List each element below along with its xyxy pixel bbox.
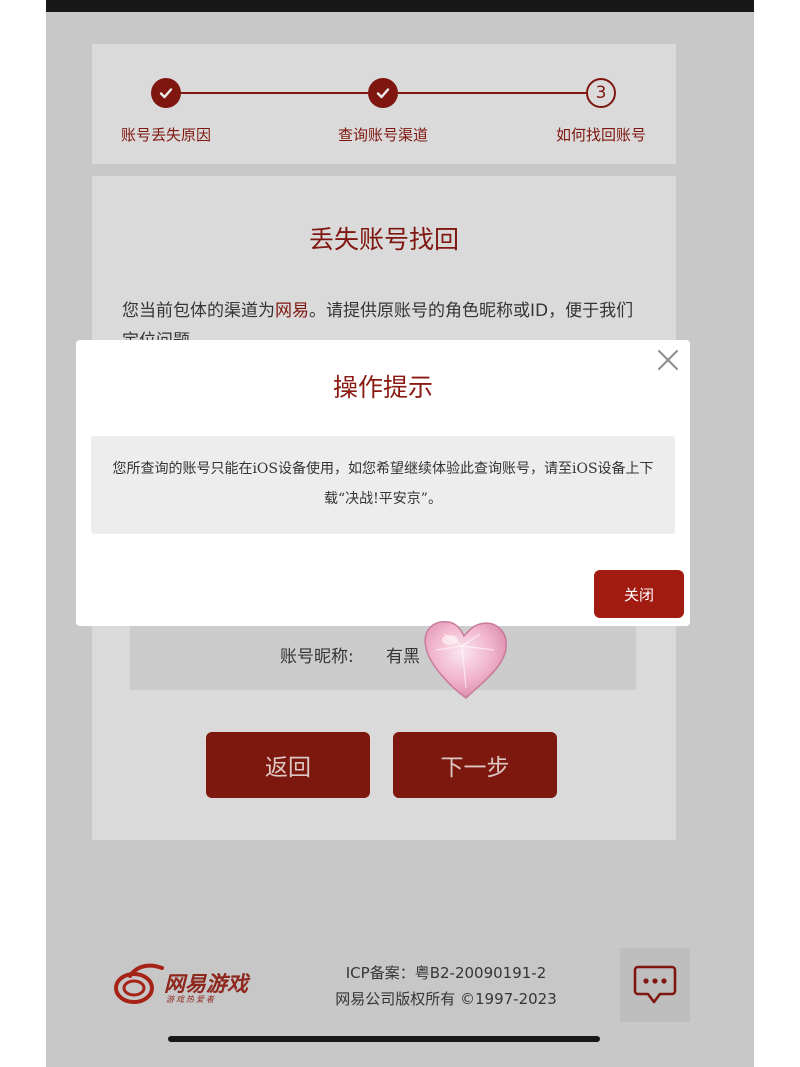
operation-tip-dialog: 操作提示 您所查询的账号只能在iOS设备使用，如您希望继续体验此查询账号，请至i… xyxy=(76,340,690,626)
dialog-message: 您所查询的账号只能在iOS设备使用，如您希望继续体验此查询账号，请至iOS设备上… xyxy=(91,436,675,534)
heart-gem-icon xyxy=(424,621,507,699)
phone-frame: 3 账号丢失原因 查询账号渠道 如何找回账号 丢失账号找回 您当前包体的渠道为网… xyxy=(46,0,754,1067)
dialog-title: 操作提示 xyxy=(332,373,433,402)
dialog-close-button[interactable]: 关闭 xyxy=(594,570,684,618)
